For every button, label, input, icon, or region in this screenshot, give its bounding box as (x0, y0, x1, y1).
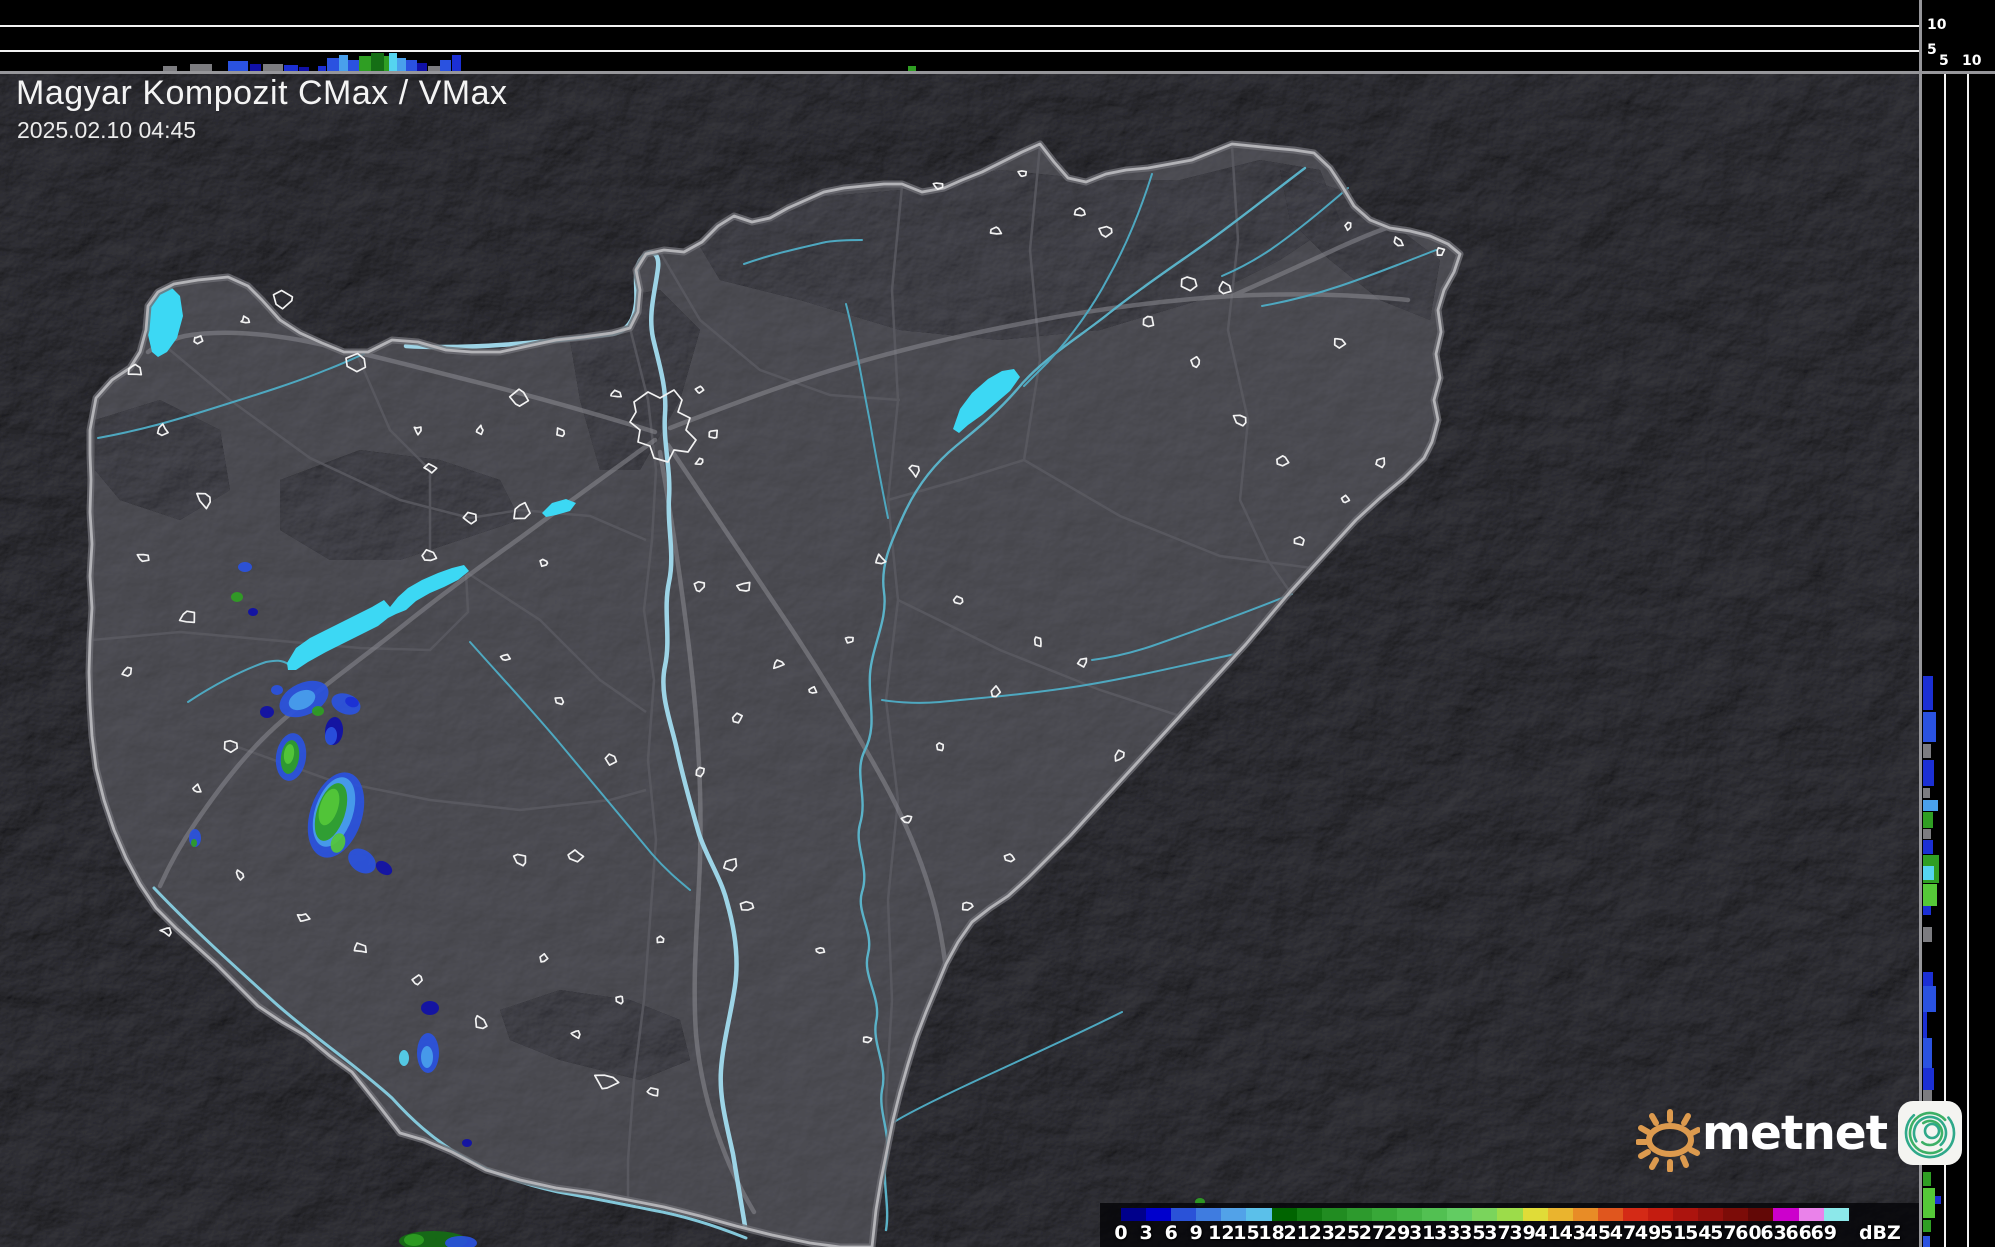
scale-cell (1698, 1208, 1724, 1221)
vmax-echo (1923, 972, 1933, 986)
dbz-color-scale: 0 3 6 9 12 15 18 21 23 25 27 29 31 33 35 37 39 41 43 45 47 49… (1100, 1203, 1919, 1247)
vmax-echo (1923, 884, 1937, 906)
scale-cell (1271, 1208, 1297, 1221)
scale-cell (1397, 1208, 1423, 1221)
page-title: Magyar Kompozit CMax / VMax (16, 74, 508, 112)
scale-cell (1748, 1208, 1774, 1221)
vmax-echo (1923, 760, 1934, 786)
vmax-echo (327, 58, 339, 72)
vmax-echo (359, 56, 371, 72)
vmax-echo (1923, 906, 1931, 915)
axis-tick-label: 10 (1927, 17, 1947, 33)
vmax-echo (1923, 744, 1931, 758)
sun-icon (1636, 1109, 1700, 1172)
vmax-echo (397, 58, 406, 72)
vmax-echo (339, 55, 348, 72)
vmax-echo (1923, 1172, 1931, 1186)
scale-cell (1196, 1208, 1222, 1221)
map-right-edge-line (1919, 0, 1922, 1247)
scale-cell (1447, 1208, 1473, 1221)
hungary-radar-map (0, 73, 1921, 1247)
vmax-echo (1923, 788, 1930, 798)
vmax-echo (1923, 840, 1933, 854)
scale-cell (1647, 1208, 1674, 1221)
scale-cell (1572, 1208, 1598, 1221)
scale-cell (1221, 1208, 1247, 1221)
scale-cell (1422, 1208, 1448, 1221)
scale-cell (1547, 1208, 1573, 1221)
vmax-echo (1923, 1220, 1931, 1232)
scale-cell (1146, 1208, 1172, 1221)
axis-tick-label: 5 (1927, 42, 1937, 58)
vmax-echo (1923, 1236, 1930, 1247)
brand-name: metnet (1702, 1105, 1888, 1161)
vmax-echo (1935, 1196, 1941, 1204)
vmax-echo (1923, 1068, 1934, 1090)
vmax-echo (1923, 800, 1938, 811)
timestamp: 2025.02.10 04:45 (17, 117, 197, 143)
height-gridline (0, 50, 1919, 52)
scale-cell (1522, 1208, 1548, 1221)
vmax-top-panel (0, 0, 1919, 72)
scale-unit-label: dBZ (1858, 1222, 1901, 1244)
scale-cell (1121, 1208, 1147, 1221)
vmax-echo (1923, 676, 1933, 710)
vmax-echo (452, 55, 461, 72)
vmax-echo (1923, 812, 1933, 828)
height-gridline (0, 25, 1919, 27)
scale-cell (1773, 1208, 1799, 1221)
scale-cell (1171, 1208, 1197, 1221)
scale-cell (1723, 1208, 1749, 1221)
scale-cell (1497, 1208, 1523, 1221)
axis-tick-label: 10 (1962, 53, 1982, 69)
color-scale-bar (1121, 1208, 1849, 1221)
scale-cell (1296, 1208, 1322, 1221)
scale-cell (1673, 1208, 1699, 1221)
metnet-logo: metnet (1636, 1094, 1963, 1172)
vmax-echo (1923, 986, 1936, 1012)
cyclone-app-icon (1898, 1101, 1963, 1165)
scale-cell (1622, 1208, 1648, 1221)
scale-cell (1597, 1208, 1623, 1221)
vmax-right-panel (1922, 73, 1995, 1247)
scale-cell (1321, 1208, 1347, 1221)
scale-tick-label: 69 (1810, 1222, 1838, 1244)
vmax-echo (371, 53, 384, 72)
height-gridline (1967, 73, 1969, 1247)
radar-app-window: 10 5 5 10 Magyar Kompozit CMax / VMax 2025.… (0, 0, 1995, 1247)
vmax-echo (1923, 829, 1931, 839)
scale-cell (1798, 1208, 1824, 1221)
vmax-echo (1923, 1038, 1932, 1068)
scale-cell (1472, 1208, 1498, 1221)
vmax-echo (1923, 866, 1934, 880)
scale-cell (1246, 1208, 1272, 1221)
vmax-echo (1923, 927, 1932, 942)
scale-cell (1823, 1208, 1849, 1221)
scale-cell (1371, 1208, 1398, 1221)
vmax-echo (389, 53, 397, 72)
vmax-echo (1923, 1188, 1935, 1218)
height-gridline (1944, 73, 1946, 1247)
vmax-echo (1923, 712, 1936, 742)
axis-tick-label: 5 (1939, 53, 1949, 69)
scale-cell (1346, 1208, 1372, 1221)
